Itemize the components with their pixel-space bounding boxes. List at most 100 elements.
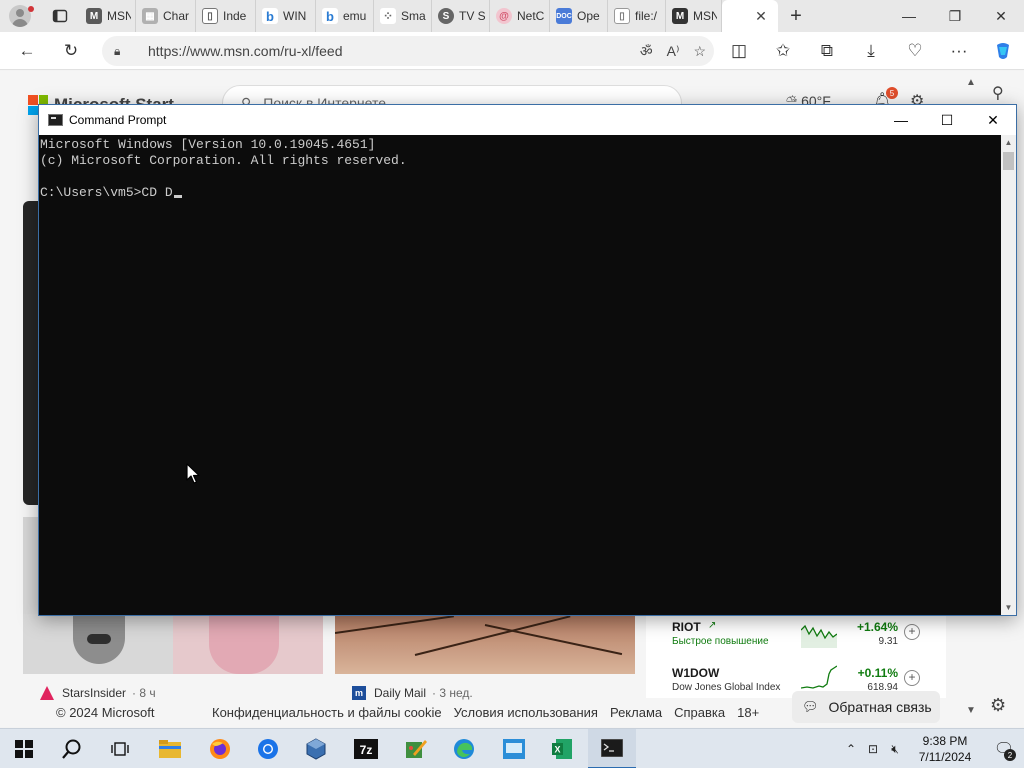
stock-row-riot[interactable]: RIOT ↗ Быстрое повышение +1.64% 9.31 + xyxy=(646,616,946,656)
maximize-button[interactable]: ☐ xyxy=(924,105,970,135)
browser-tab-active[interactable]: ✕ xyxy=(722,0,778,32)
browser-tab-8[interactable]: @ NetC xyxy=(490,0,550,32)
browser-tab-11[interactable]: M MSN xyxy=(666,0,722,32)
collections-button[interactable]: ⧉ xyxy=(810,34,844,68)
taskbar-search-button[interactable] xyxy=(48,729,96,768)
browser-tab-7[interactable]: S TV S xyxy=(432,0,490,32)
news-card-image[interactable] xyxy=(335,614,635,674)
taskbar-app-chrome[interactable] xyxy=(244,729,292,768)
scroll-down-arrow[interactable]: ▼ xyxy=(1001,600,1016,615)
7zip-icon: 7z xyxy=(354,739,378,759)
browser-tab-2[interactable]: ▦ Char xyxy=(136,0,196,32)
news-card-image[interactable] xyxy=(23,614,323,674)
console-prompt-line[interactable]: C:\Users\vm5>CD D xyxy=(40,185,1001,201)
copilot-button[interactable] xyxy=(986,34,1020,68)
settings-more-button[interactable]: ··· xyxy=(942,34,976,68)
taskbar-app-excel[interactable]: X xyxy=(538,729,586,768)
tray-chevron-up-icon[interactable]: ⌃ xyxy=(840,729,862,768)
add-stock-button[interactable]: + xyxy=(904,624,920,640)
taskbar-clock[interactable]: 9:38 PM 7/11/2024 xyxy=(906,733,984,765)
volume-muted-icon[interactable]: 🔇︎ xyxy=(884,729,906,768)
profile-button[interactable] xyxy=(0,0,40,32)
minimize-browser-button[interactable]: — xyxy=(886,0,932,32)
taskbar-app-paint[interactable] xyxy=(392,729,440,768)
scroll-thumb[interactable] xyxy=(1003,152,1014,170)
browser-tab-5[interactable]: b emu xyxy=(316,0,374,32)
browser-tab-10[interactable]: ▯ file:/ xyxy=(608,0,666,32)
translate-icon[interactable]: ॐ xyxy=(640,42,653,61)
scroll-down-arrow[interactable]: ▼ xyxy=(966,705,976,716)
task-view-icon xyxy=(111,742,129,756)
taskbar-app-virtualbox[interactable] xyxy=(292,729,340,768)
tab-actions-button[interactable] xyxy=(40,0,80,32)
feedback-button[interactable]: 💬︎ Обратная связь xyxy=(792,691,940,723)
network-icon[interactable]: ⊡ xyxy=(862,729,884,768)
clock-time: 9:38 PM xyxy=(922,734,968,748)
stock-price: 9.31 xyxy=(878,636,898,647)
taskbar-app-firefox[interactable] xyxy=(196,729,244,768)
tab-label: Ope xyxy=(577,9,600,23)
taskbar-app-command-prompt[interactable] xyxy=(588,729,636,768)
favorite-star-icon[interactable]: ☆ xyxy=(693,43,706,60)
source-time: · 8 ч xyxy=(132,686,156,700)
browser-tab-3[interactable]: ▯ Inde xyxy=(196,0,256,32)
refresh-button[interactable]: ↻ xyxy=(54,34,88,68)
scroll-up-arrow[interactable]: ▲ xyxy=(1001,135,1016,150)
clock-date: 7/11/2024 xyxy=(918,750,972,764)
address-bar[interactable]: 🔒︎ https://www.msn.com/ru-xl/feed ॐ A⁾ ☆ xyxy=(102,36,714,66)
restore-browser-button[interactable]: ❐ xyxy=(932,0,978,32)
taskbar-app-7zip[interactable]: 7z xyxy=(342,729,390,768)
advertising-link[interactable]: Реклама xyxy=(610,705,662,720)
browser-tab-9[interactable]: DOC Ope xyxy=(550,0,608,32)
downloads-button[interactable]: ⤓ xyxy=(854,34,888,68)
terms-link[interactable]: Условия использования xyxy=(454,705,598,720)
help-link[interactable]: Справка xyxy=(674,705,725,720)
browser-tab-1[interactable]: M MSN xyxy=(80,0,136,32)
stock-change: +1.64% xyxy=(856,620,898,634)
collections-icon: ⧉ xyxy=(820,41,834,60)
command-prompt-icon xyxy=(601,739,623,757)
bing-tab-icon: b xyxy=(322,8,338,24)
minimize-button[interactable]: — xyxy=(878,105,924,135)
split-screen-button[interactable]: ◫ xyxy=(722,34,756,68)
cmd-title-bar[interactable]: Command Prompt — ☐ ✕ xyxy=(39,105,1016,135)
close-tab-icon[interactable]: ✕ xyxy=(749,4,773,28)
scroll-up-arrow[interactable]: ▲ xyxy=(966,77,976,88)
read-aloud-icon[interactable]: A⁾ xyxy=(667,43,680,60)
new-tab-button[interactable]: + xyxy=(778,0,814,32)
news-source-2[interactable]: m Daily Mail · 3 нед. xyxy=(352,686,473,700)
close-button[interactable]: ✕ xyxy=(970,105,1016,135)
browser-essentials-button[interactable]: ♡ xyxy=(898,34,932,68)
privacy-link[interactable]: Конфиденциальность и файлы cookie xyxy=(212,705,442,720)
news-card-light[interactable] xyxy=(23,517,39,617)
gear-icon[interactable]: ⚙ xyxy=(990,695,1006,716)
stocks-widget: RIOT ↗ Быстрое повышение +1.64% 9.31 + W… xyxy=(646,612,946,698)
source-name: Daily Mail xyxy=(374,686,427,700)
back-button[interactable]: ← xyxy=(10,34,44,68)
notification-badge: 5 xyxy=(886,87,898,99)
command-prompt-window[interactable]: Command Prompt — ☐ ✕ Microsoft Windows [… xyxy=(38,104,1017,616)
vertical-scrollbar[interactable]: ▲ ▼ xyxy=(1001,135,1016,615)
tab-label: WIN xyxy=(283,9,307,23)
action-center-button[interactable]: 🗨︎ 2 xyxy=(984,729,1024,768)
taskbar-app-file-explorer[interactable] xyxy=(146,729,194,768)
search-icon[interactable]: ⚲ xyxy=(992,83,1004,103)
browser-tab-4[interactable]: b WIN xyxy=(256,0,316,32)
stock-symbol: RIOT xyxy=(672,620,701,634)
add-stock-button[interactable]: + xyxy=(904,670,920,686)
news-source-1[interactable]: StarsInsider · 8 ч xyxy=(40,686,156,700)
browser-toolbar: ← ↻ 🔒︎ https://www.msn.com/ru-xl/feed ॐ … xyxy=(0,32,1024,70)
taskbar-app-blue[interactable] xyxy=(490,729,538,768)
taskbar-app-edge[interactable] xyxy=(440,729,488,768)
age-rating-link[interactable]: 18+ xyxy=(737,705,759,720)
start-button[interactable] xyxy=(0,729,48,768)
paint-icon xyxy=(406,740,427,758)
stock-change: +0.11% xyxy=(857,666,898,680)
browser-tab-6[interactable]: ⁘ Sma xyxy=(374,0,432,32)
close-browser-button[interactable]: ✕ xyxy=(978,0,1024,32)
favorites-button[interactable]: ✩ xyxy=(766,34,800,68)
console-output[interactable]: Microsoft Windows [Version 10.0.19045.46… xyxy=(39,135,1001,615)
task-view-button[interactable] xyxy=(96,729,144,768)
news-card-dark[interactable] xyxy=(23,201,39,505)
system-tray: ⌃ ⊡ 🔇︎ 9:38 PM 7/11/2024 🗨︎ 2 xyxy=(840,729,1024,768)
